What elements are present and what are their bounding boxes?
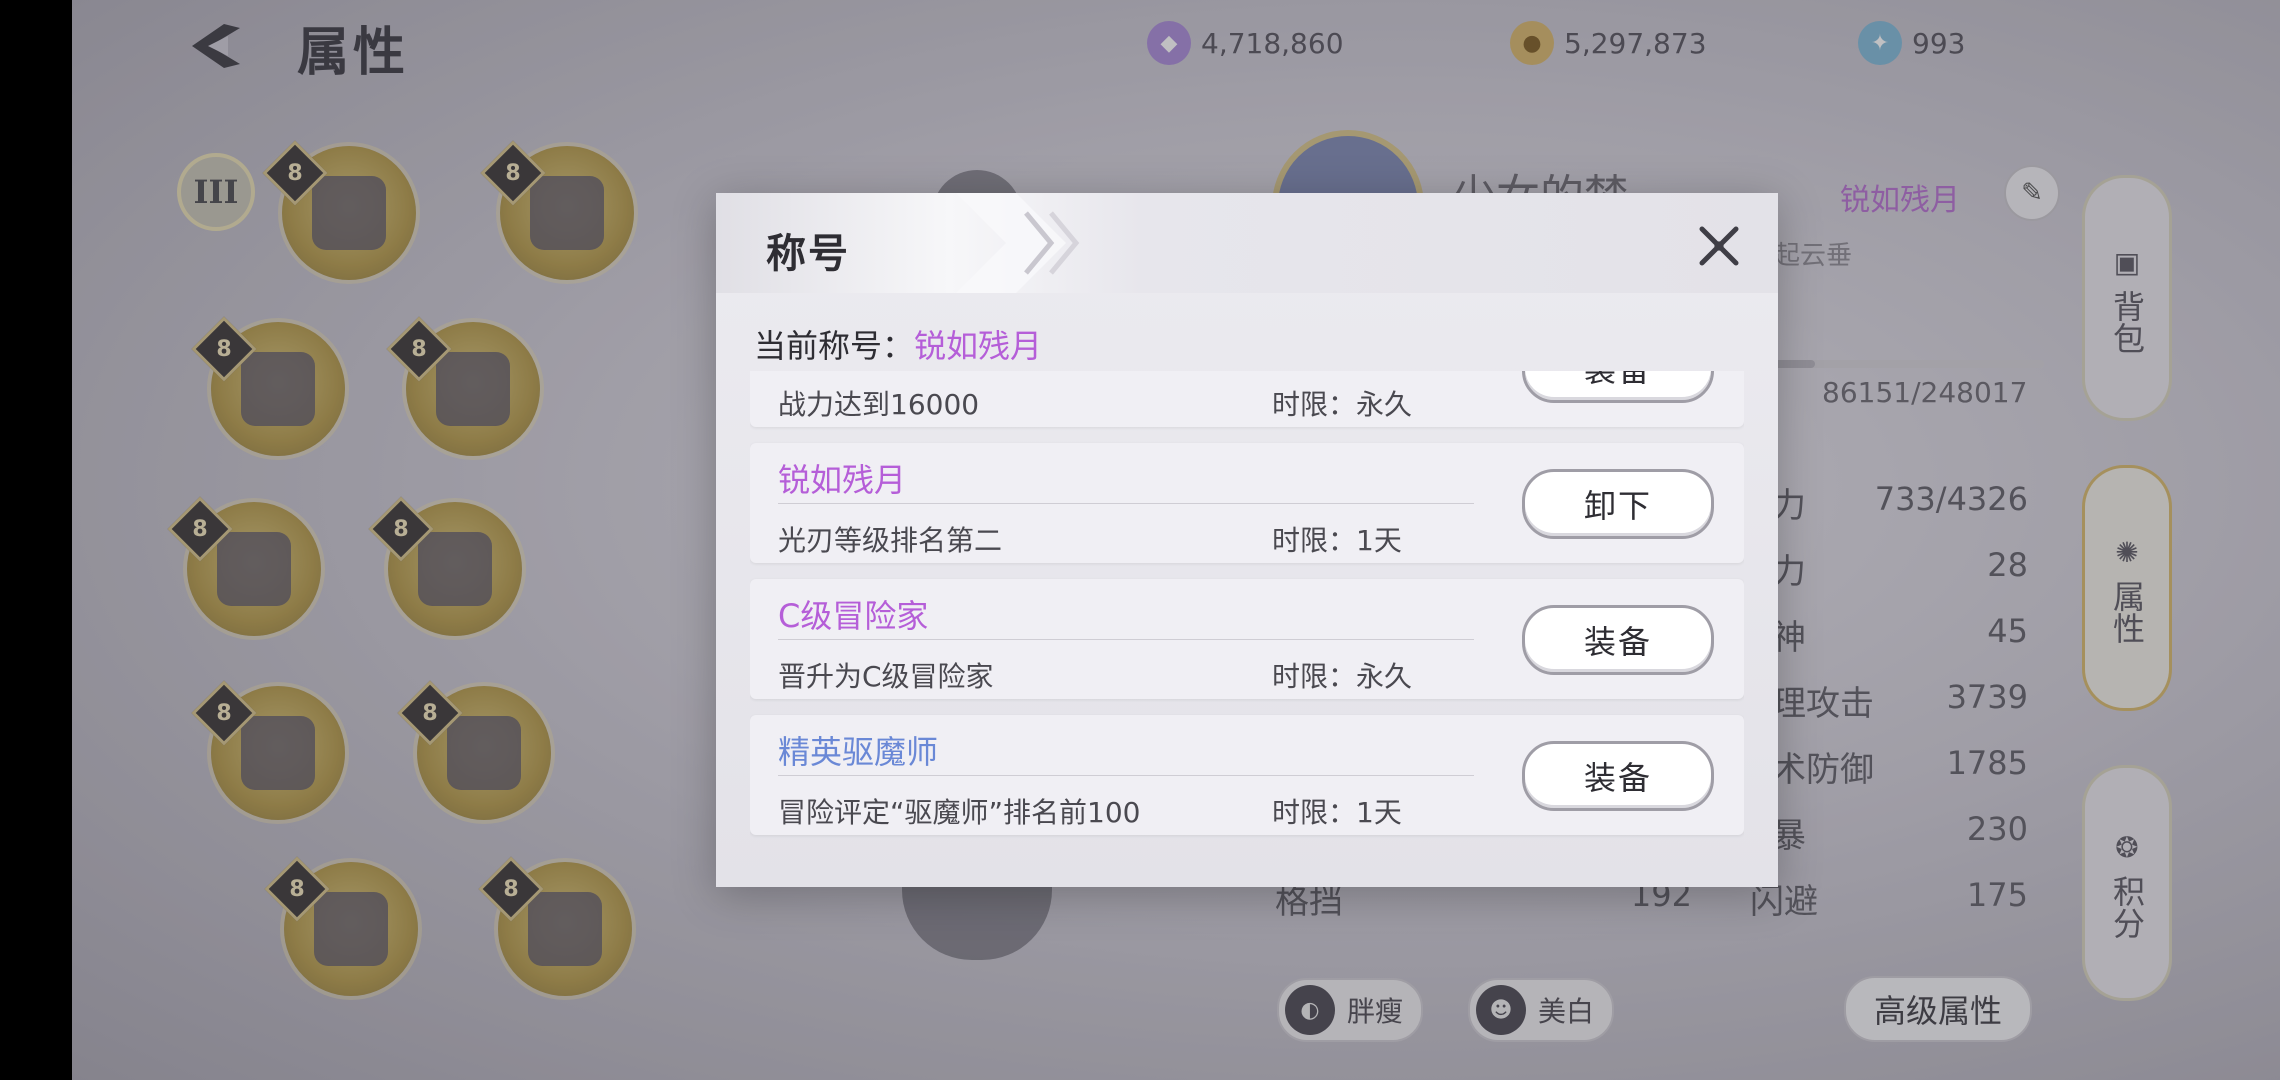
- title-duration: 时限：1天: [1272, 524, 1402, 557]
- title-condition: 光刃等级排名第二: [778, 524, 1003, 557]
- equip-button[interactable]: 装备: [1522, 371, 1714, 403]
- title-name: 精英驱魔师: [778, 733, 939, 771]
- divider: [778, 775, 1474, 776]
- game-screen: 属性 ◆ 4,718,860 ● 5,297,873 ✦ 993 III 8 8…: [72, 0, 2280, 1080]
- current-title-line: 当前称号：锐如残月: [754, 321, 1042, 367]
- equip-button[interactable]: 装备: [1522, 605, 1714, 675]
- close-icon[interactable]: [1694, 221, 1744, 271]
- current-title-value: 锐如残月: [914, 327, 1043, 365]
- title-list-item: 战力达到16000 时限：永久 装备: [750, 371, 1744, 427]
- title-name: C级冒险家: [778, 597, 929, 635]
- dialog-header: 称号: [716, 193, 1778, 293]
- chevron-decoration-icon: [956, 193, 1080, 293]
- title-list[interactable]: 战力达到16000 时限：永久 装备 锐如残月 光刃等级排名第二 时限：1天 卸…: [750, 371, 1744, 871]
- dialog-title: 称号: [766, 231, 850, 277]
- equip-button[interactable]: 装备: [1522, 741, 1714, 811]
- title-condition: 战力达到16000: [778, 388, 980, 421]
- title-duration: 时限：1天: [1272, 796, 1402, 829]
- title-name: 锐如残月: [778, 461, 907, 499]
- title-dialog: 称号 当前称号：锐如残月 战力达到16000 时限：永久 装备 锐如残月 光刃等…: [716, 193, 1778, 887]
- title-duration: 时限：永久: [1272, 388, 1413, 421]
- unequip-button[interactable]: 卸下: [1522, 469, 1714, 539]
- title-list-item: C级冒险家 晋升为C级冒险家 时限：永久 装备: [750, 579, 1744, 699]
- divider: [778, 503, 1474, 504]
- title-condition: 晋升为C级冒险家: [778, 660, 994, 693]
- title-list-item: 精英驱魔师 冒险评定“驱魔师”排名前100 时限：1天 装备: [750, 715, 1744, 835]
- title-list-item: 锐如残月 光刃等级排名第二 时限：1天 卸下: [750, 443, 1744, 563]
- title-duration: 时限：永久: [1272, 660, 1413, 693]
- current-title-label: 当前称号：: [754, 327, 915, 365]
- divider: [778, 639, 1474, 640]
- title-condition: 冒险评定“驱魔师”排名前100: [778, 796, 1141, 829]
